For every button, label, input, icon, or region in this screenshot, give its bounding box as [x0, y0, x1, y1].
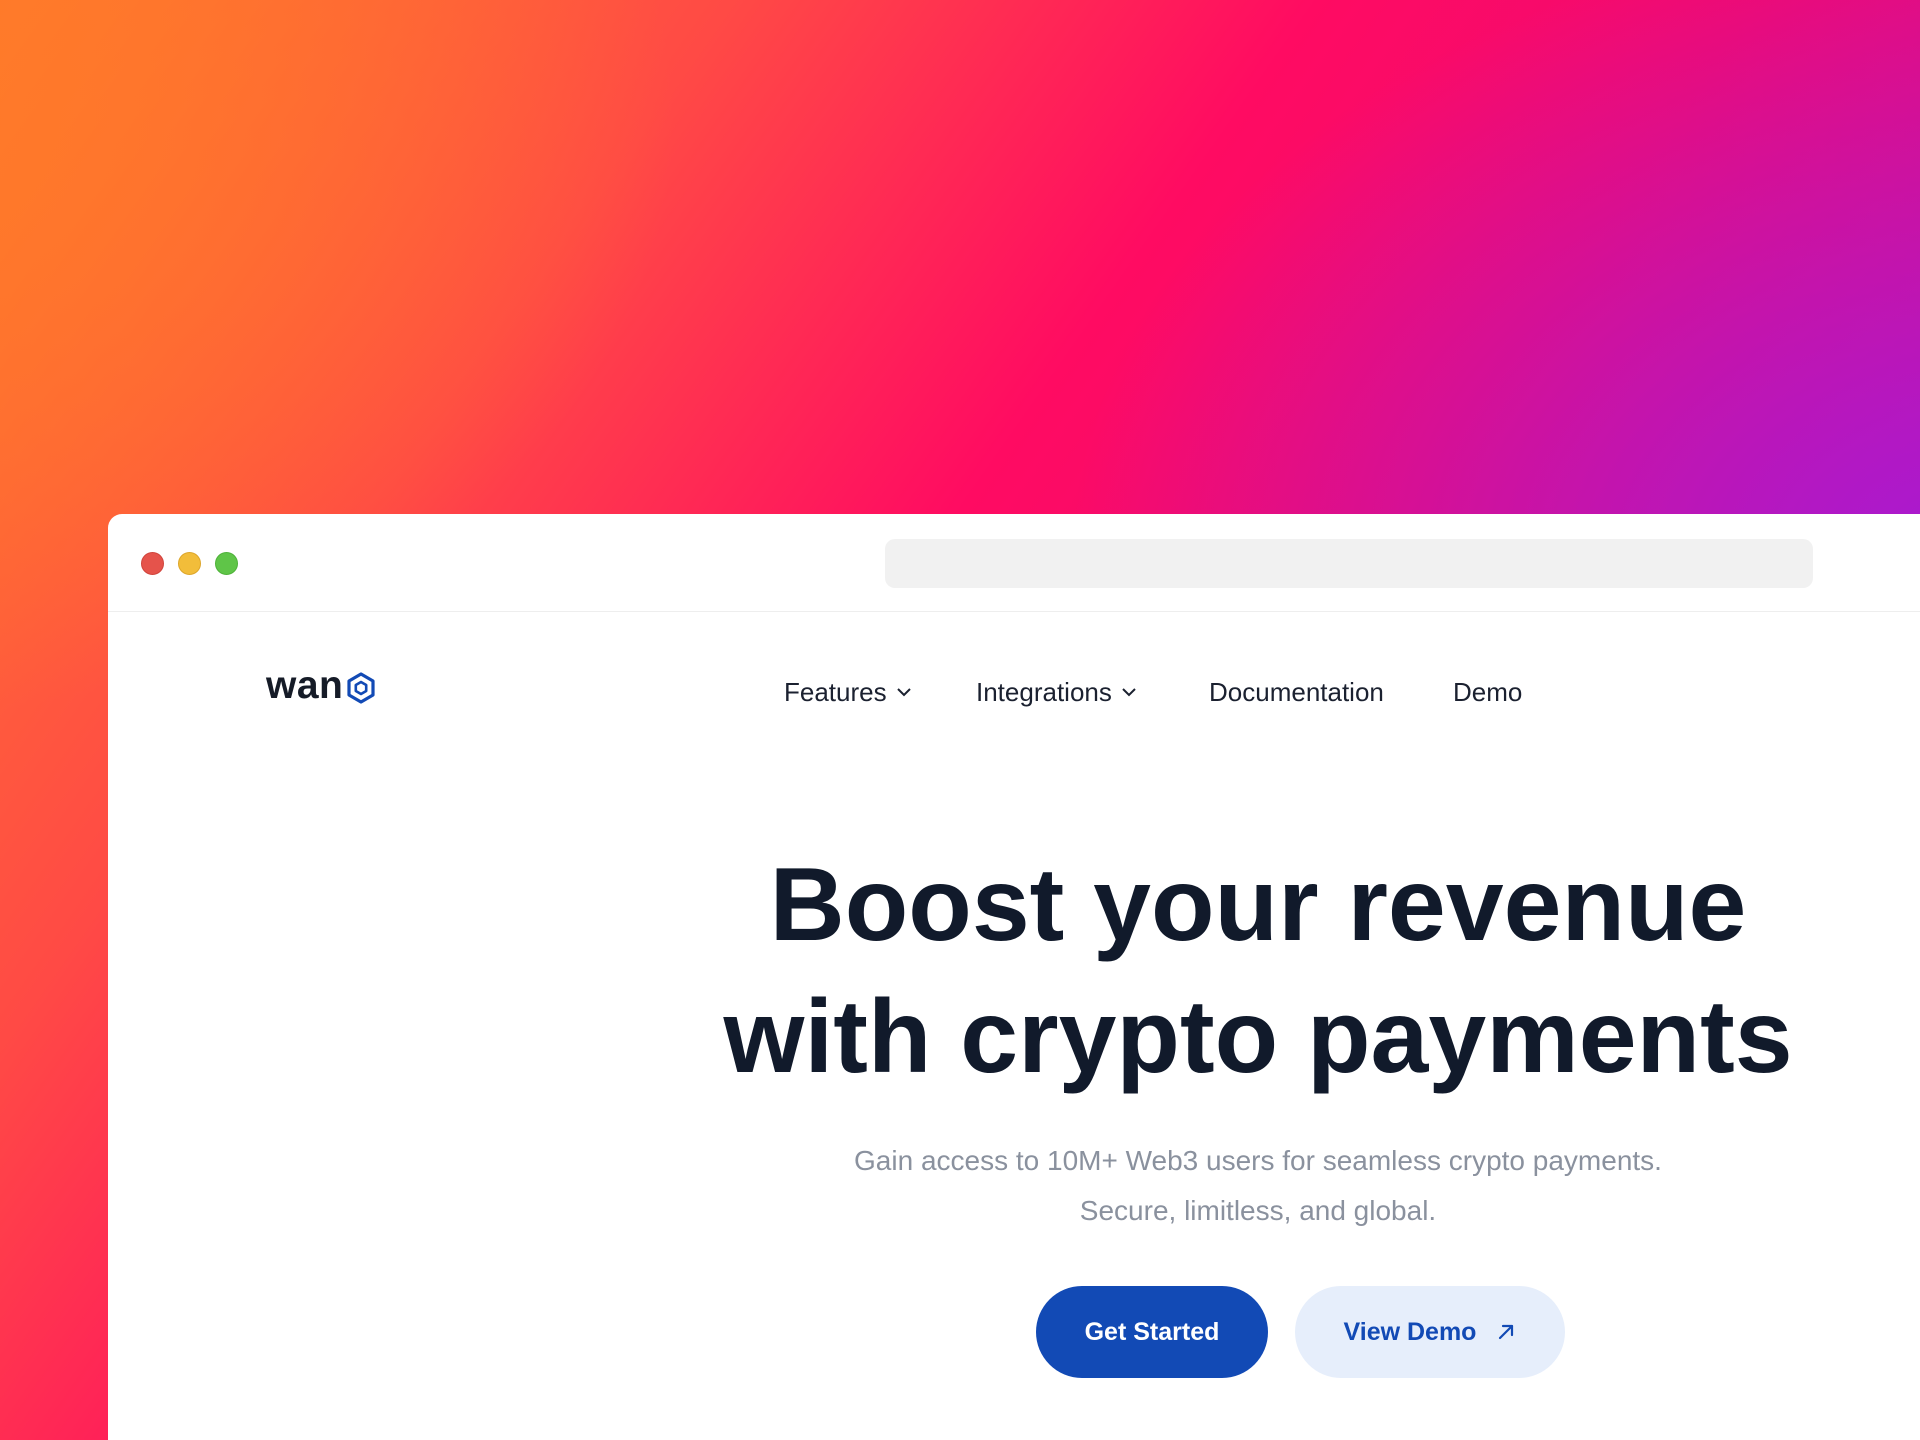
nav-item-integrations[interactable]: Integrations: [976, 672, 1137, 712]
nav-item-demo[interactable]: Demo: [1453, 672, 1522, 712]
view-demo-label: View Demo: [1343, 1317, 1477, 1346]
browser-titlebar: [108, 514, 1920, 612]
hero-subtitle-line: Gain access to 10M+ Web3 users for seaml…: [854, 1145, 1662, 1176]
view-demo-button[interactable]: View Demo: [1295, 1286, 1565, 1378]
nav-item-label: Features: [784, 676, 887, 707]
browser-window: wan Features Integrations Documentation …: [108, 514, 1920, 1440]
hero-title-line: with crypto payments: [723, 979, 1793, 1095]
arrow-up-right-icon: [1499, 1324, 1514, 1340]
chevron-down-icon: [1122, 688, 1136, 697]
nav-item-label: Demo: [1453, 676, 1523, 707]
address-bar[interactable]: [885, 539, 1813, 588]
nav-item-label: Documentation: [1209, 676, 1384, 707]
hexagon-icon: [347, 672, 375, 704]
hero-subtitle: Gain access to 10M+ Web3 users for seaml…: [808, 1136, 1708, 1236]
get-started-label: Get Started: [1084, 1317, 1220, 1346]
maximize-window-button[interactable]: [215, 552, 238, 575]
hero-title: Boost your revenue with crypto payments: [708, 839, 1808, 1103]
nav-item-documentation[interactable]: Documentation: [1209, 672, 1384, 712]
close-window-button[interactable]: [141, 552, 164, 575]
brand-logo[interactable]: wan: [266, 664, 376, 707]
hero-subtitle-line: Secure, limitless, and global.: [1079, 1195, 1437, 1226]
chevron-down-icon: [896, 688, 911, 697]
hero-title-line: Boost your revenue: [769, 847, 1747, 963]
minimize-window-button[interactable]: [178, 552, 201, 575]
nav-item-features[interactable]: Features: [784, 672, 912, 712]
brand-name: wan: [266, 664, 344, 707]
nav-item-label: Integrations: [976, 676, 1112, 707]
get-started-button[interactable]: Get Started: [1036, 1286, 1268, 1378]
